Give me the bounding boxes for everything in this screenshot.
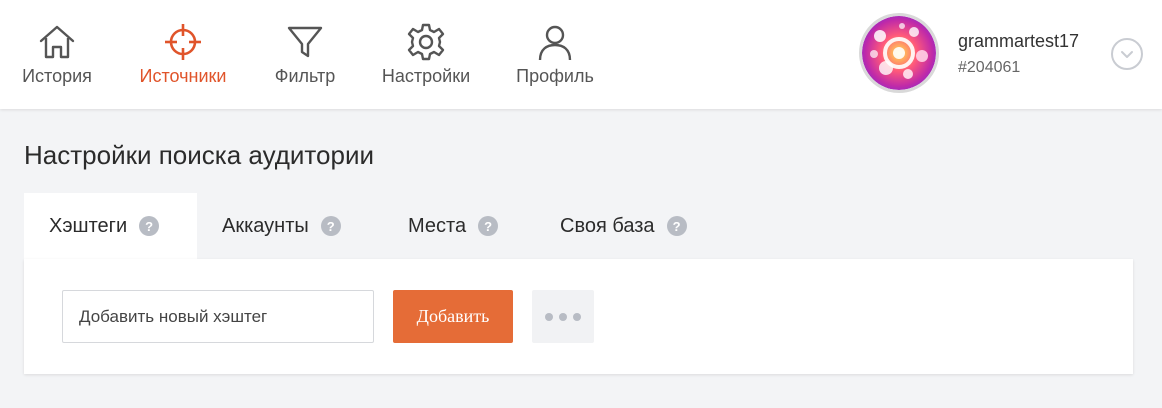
tab-label: Аккаунты bbox=[222, 214, 309, 237]
hashtag-input[interactable] bbox=[62, 290, 374, 343]
user-menu-button[interactable] bbox=[1111, 38, 1143, 70]
nav-item-label: Профиль bbox=[516, 66, 594, 86]
help-icon[interactable]: ? bbox=[139, 216, 160, 236]
nav-item-label: Фильтр bbox=[274, 66, 336, 86]
nav-item-history[interactable]: История bbox=[18, 0, 96, 109]
tab-hashtags[interactable]: Хэштеги ? bbox=[24, 193, 197, 259]
nav-item-settings[interactable]: Настройки bbox=[378, 0, 474, 109]
more-dots-icon bbox=[545, 312, 553, 321]
tab-own-base[interactable]: Своя база ? bbox=[560, 193, 687, 259]
chevron-down-icon bbox=[1121, 51, 1133, 58]
hashtags-panel: Добавить bbox=[24, 259, 1133, 374]
nav-item-label: Настройки bbox=[381, 66, 471, 86]
gear-icon bbox=[407, 23, 445, 61]
nav-item-profile[interactable]: Профиль bbox=[514, 0, 596, 109]
add-button[interactable]: Добавить bbox=[393, 290, 513, 343]
top-navigation-bar: История Источники Фильтр Настройки Профи… bbox=[0, 0, 1162, 109]
avatar[interactable] bbox=[859, 13, 939, 93]
help-icon[interactable]: ? bbox=[478, 216, 499, 236]
help-icon[interactable]: ? bbox=[320, 216, 341, 236]
filter-icon bbox=[287, 26, 323, 58]
tab-label: Своя база bbox=[560, 214, 655, 237]
more-dots-icon bbox=[559, 312, 567, 321]
user-name: grammartest17 bbox=[958, 31, 1080, 51]
tab-label: Хэштеги bbox=[49, 214, 128, 237]
tab-accounts[interactable]: Аккаунты ? bbox=[222, 193, 341, 259]
more-options-button[interactable] bbox=[532, 290, 594, 343]
page-title: Настройки поиска аудитории bbox=[24, 140, 374, 170]
more-dots-icon bbox=[573, 312, 581, 321]
home-icon bbox=[39, 25, 75, 59]
crosshair-icon bbox=[165, 24, 201, 60]
user-id: #204061 bbox=[958, 59, 1021, 76]
nav-item-label: Источники bbox=[139, 66, 227, 86]
tab-places[interactable]: Места ? bbox=[408, 193, 499, 259]
user-icon bbox=[538, 25, 572, 61]
nav-item-filter[interactable]: Фильтр bbox=[272, 0, 338, 109]
nav-item-label: История bbox=[22, 66, 92, 86]
nav-item-sources[interactable]: Источники bbox=[135, 0, 231, 109]
help-icon[interactable]: ? bbox=[666, 216, 687, 236]
tab-label: Места bbox=[408, 214, 467, 237]
avatar-image bbox=[862, 16, 936, 90]
